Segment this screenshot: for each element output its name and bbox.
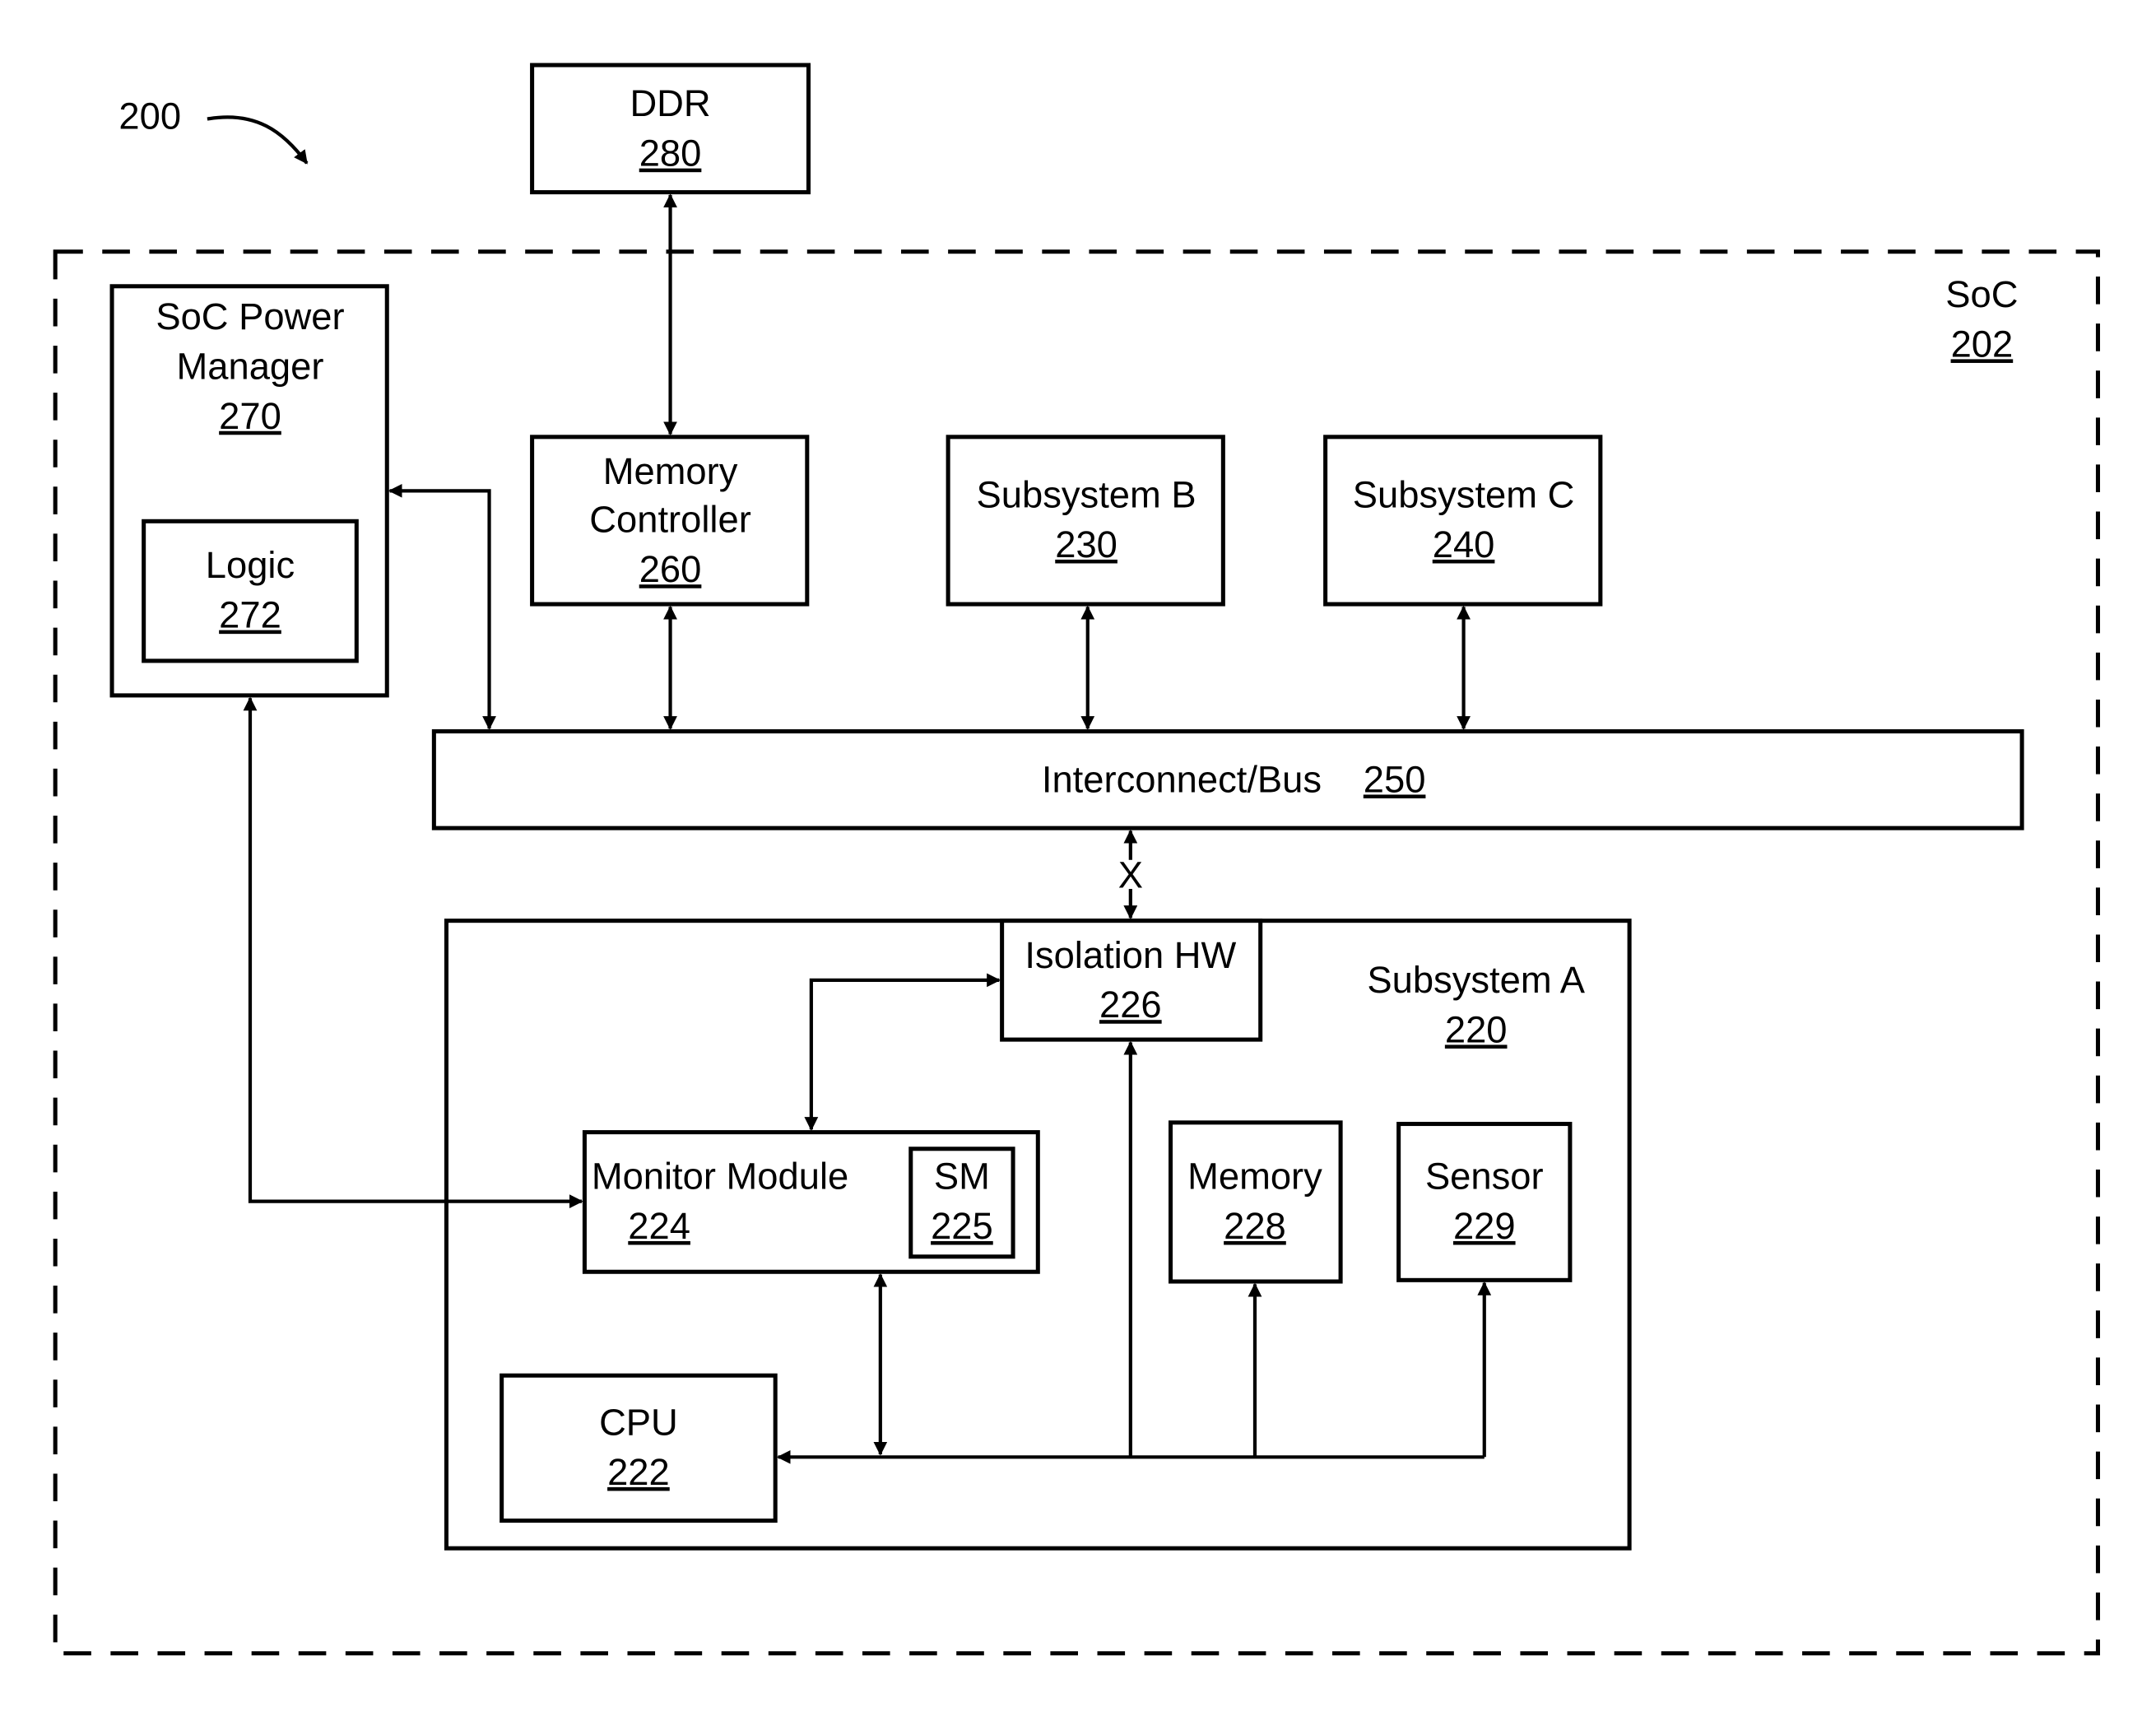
cpu-number: 222 bbox=[607, 1451, 670, 1493]
sm-block[interactable]: SM 225 bbox=[908, 1147, 1015, 1259]
memory-number: 228 bbox=[1224, 1205, 1286, 1247]
subsystem-c-label: Subsystem C bbox=[1353, 473, 1575, 515]
monitor-module-number: 224 bbox=[628, 1205, 690, 1247]
subsystem-a-label: Subsystem A bbox=[1367, 959, 1585, 1001]
logic-block[interactable]: Logic 272 bbox=[142, 519, 359, 663]
interconnect-bus-block[interactable]: Interconnect/Bus 250 bbox=[431, 729, 2024, 830]
power-manager-bus-link bbox=[388, 483, 496, 730]
memory-block[interactable]: Memory 228 bbox=[1169, 1120, 1343, 1284]
power-manager-label-1: SoC Power bbox=[156, 295, 344, 337]
memory-controller-number: 260 bbox=[639, 548, 702, 590]
soc-block-diagram: 200 SoC 202 DDR 280 SoC Power Manager 27… bbox=[53, 63, 2100, 1656]
memory-controller-label-2: Controller bbox=[589, 499, 751, 541]
isolation-hw-label: Isolation HW bbox=[1025, 934, 1236, 976]
subsystem-c-block[interactable]: Subsystem C 240 bbox=[1323, 435, 1603, 607]
cpu-label: CPU bbox=[599, 1401, 678, 1443]
subsystem-b-block[interactable]: Subsystem B 230 bbox=[946, 435, 1225, 607]
isolation-hw-number: 226 bbox=[1099, 984, 1162, 1026]
subsystem-b-number: 230 bbox=[1055, 523, 1117, 565]
ddr-number: 280 bbox=[639, 133, 702, 174]
bus-label: Interconnect/Bus bbox=[1042, 758, 1322, 800]
subsystem-c-number: 240 bbox=[1433, 523, 1495, 565]
isolation-hw-block[interactable]: Isolation HW 226 bbox=[1000, 919, 1263, 1042]
subsystem-a-number: 220 bbox=[1445, 1008, 1508, 1050]
isolated-link: X bbox=[1118, 829, 1143, 919]
sensor-label: Sensor bbox=[1425, 1155, 1544, 1197]
memory-controller-block[interactable]: Memory Controller 260 bbox=[530, 435, 810, 607]
sensor-number: 229 bbox=[1453, 1205, 1516, 1247]
memory-controller-label-1: Memory bbox=[603, 450, 738, 492]
figure-ref-label: 200 bbox=[118, 95, 181, 137]
power-manager-label-2: Manager bbox=[177, 345, 324, 387]
soc-label: SoC bbox=[1945, 273, 2018, 315]
isolation-x-marker: X bbox=[1118, 854, 1143, 895]
soc-number: 202 bbox=[1951, 323, 2014, 365]
cpu-block[interactable]: CPU 222 bbox=[500, 1373, 778, 1523]
subsystem-b-label: Subsystem B bbox=[977, 473, 1196, 515]
sm-label: SM bbox=[934, 1155, 990, 1197]
logic-label: Logic bbox=[206, 544, 295, 586]
bus-number: 250 bbox=[1364, 758, 1426, 800]
memory-label: Memory bbox=[1187, 1155, 1322, 1197]
power-manager-number: 270 bbox=[219, 395, 281, 437]
ddr-block[interactable]: DDR 280 bbox=[530, 63, 811, 195]
ddr-label: DDR bbox=[630, 82, 710, 124]
sm-number: 225 bbox=[931, 1205, 993, 1247]
figure-ref-arrow bbox=[207, 115, 309, 165]
sensor-block[interactable]: Sensor 229 bbox=[1396, 1122, 1573, 1282]
logic-number: 272 bbox=[219, 594, 281, 636]
monitor-module-label: Monitor Module bbox=[592, 1155, 848, 1197]
